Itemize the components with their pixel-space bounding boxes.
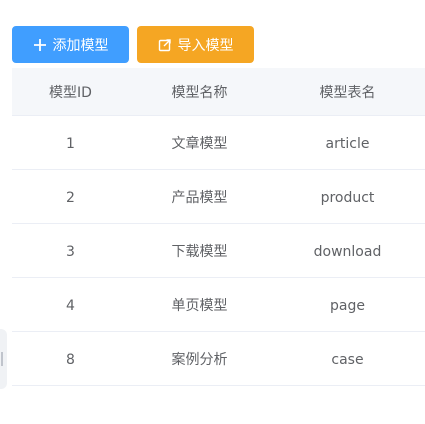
- toolbar: 添加模型 导入模型: [12, 26, 254, 63]
- cell-model-table: product: [320, 190, 375, 206]
- header-model-table: 模型表名: [319, 84, 376, 101]
- plus-icon: [33, 38, 47, 52]
- cell-model-id: 4: [66, 298, 75, 314]
- cell-model-id: 1: [66, 136, 75, 152]
- cell-model-name: 案例分析: [171, 351, 228, 368]
- cell-model-table: article: [325, 136, 370, 152]
- header-model-id: 模型ID: [49, 84, 92, 101]
- model-table: 模型ID 模型名称 模型表名 1 文章模型 article 2 产品模型 pro…: [12, 68, 425, 386]
- cell-model-name: 下载模型: [171, 243, 228, 260]
- table-row[interactable]: 3 下载模型 download: [12, 224, 425, 278]
- cell-model-id: 8: [66, 352, 75, 368]
- table-row[interactable]: 1 文章模型 article: [12, 116, 425, 170]
- header-model-name: 模型名称: [171, 84, 228, 101]
- table-row[interactable]: 4 单页模型 page: [12, 278, 425, 332]
- cell-model-name: 文章模型: [171, 135, 228, 152]
- table-header: 模型ID 模型名称 模型表名: [12, 68, 425, 116]
- import-icon: [158, 38, 172, 52]
- cell-model-table: page: [330, 298, 365, 314]
- cell-model-name: 单页模型: [171, 297, 228, 314]
- grip-icon: [1, 352, 3, 366]
- table-row[interactable]: 2 产品模型 product: [12, 170, 425, 224]
- cell-model-id: 3: [66, 244, 75, 260]
- cell-model-id: 2: [66, 190, 75, 206]
- add-model-button[interactable]: 添加模型: [12, 26, 129, 63]
- cell-model-name: 产品模型: [171, 189, 228, 206]
- import-model-label: 导入模型: [177, 37, 234, 54]
- cell-model-table: case: [331, 352, 364, 368]
- add-model-label: 添加模型: [52, 37, 109, 54]
- sidebar-collapse-handle[interactable]: [0, 329, 7, 389]
- table-row[interactable]: 8 案例分析 case: [12, 332, 425, 386]
- import-model-button[interactable]: 导入模型: [137, 26, 254, 63]
- cell-model-table: download: [313, 244, 382, 260]
